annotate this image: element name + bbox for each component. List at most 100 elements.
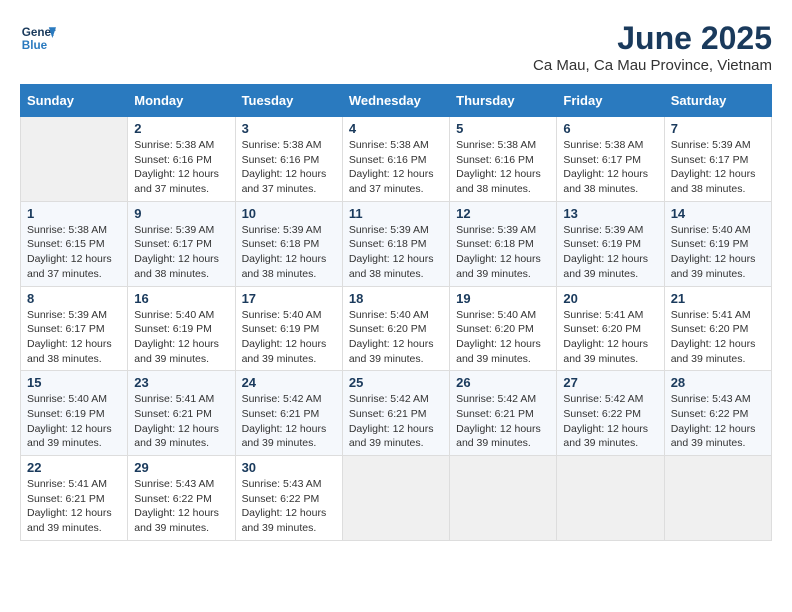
calendar-day-cell: 29 Sunrise: 5:43 AMSunset: 6:22 PMDaylig… [128, 456, 235, 541]
calendar-day-cell [21, 117, 128, 202]
calendar-day-cell: 18 Sunrise: 5:40 AMSunset: 6:20 PMDaylig… [342, 286, 449, 371]
calendar-day-cell: 8 Sunrise: 5:39 AMSunset: 6:17 PMDayligh… [21, 286, 128, 371]
calendar-week-row: 22 Sunrise: 5:41 AMSunset: 6:21 PMDaylig… [21, 456, 772, 541]
calendar-day-cell: 17 Sunrise: 5:40 AMSunset: 6:19 PMDaylig… [235, 286, 342, 371]
main-title: June 2025 [533, 20, 772, 57]
day-info: Sunrise: 5:40 AMSunset: 6:19 PMDaylight:… [671, 223, 765, 282]
calendar-day-cell: 10 Sunrise: 5:39 AMSunset: 6:18 PMDaylig… [235, 201, 342, 286]
header-wednesday: Wednesday [342, 85, 449, 117]
calendar-day-cell: 21 Sunrise: 5:41 AMSunset: 6:20 PMDaylig… [664, 286, 771, 371]
calendar-day-cell: 5 Sunrise: 5:38 AMSunset: 6:16 PMDayligh… [450, 117, 557, 202]
day-number: 28 [671, 375, 765, 390]
calendar-day-cell: 7 Sunrise: 5:39 AMSunset: 6:17 PMDayligh… [664, 117, 771, 202]
day-info: Sunrise: 5:40 AMSunset: 6:20 PMDaylight:… [456, 308, 550, 367]
day-number: 1 [27, 206, 121, 221]
day-number: 30 [242, 460, 336, 475]
day-info: Sunrise: 5:40 AMSunset: 6:20 PMDaylight:… [349, 308, 443, 367]
header: General Blue June 2025 Ca Mau, Ca Mau Pr… [20, 20, 772, 74]
calendar-table: Sunday Monday Tuesday Wednesday Thursday… [20, 84, 772, 541]
day-number: 11 [349, 206, 443, 221]
header-sunday: Sunday [21, 85, 128, 117]
day-number: 10 [242, 206, 336, 221]
svg-text:Blue: Blue [22, 39, 48, 52]
calendar-day-cell: 24 Sunrise: 5:42 AMSunset: 6:21 PMDaylig… [235, 371, 342, 456]
day-number: 26 [456, 375, 550, 390]
day-info: Sunrise: 5:42 AMSunset: 6:22 PMDaylight:… [563, 392, 657, 451]
day-number: 4 [349, 121, 443, 136]
day-info: Sunrise: 5:41 AMSunset: 6:20 PMDaylight:… [563, 308, 657, 367]
day-info: Sunrise: 5:38 AMSunset: 6:16 PMDaylight:… [134, 138, 228, 197]
calendar-day-cell [342, 456, 449, 541]
day-number: 15 [27, 375, 121, 390]
day-number: 3 [242, 121, 336, 136]
calendar-day-cell: 6 Sunrise: 5:38 AMSunset: 6:17 PMDayligh… [557, 117, 664, 202]
day-info: Sunrise: 5:41 AMSunset: 6:21 PMDaylight:… [134, 392, 228, 451]
day-number: 22 [27, 460, 121, 475]
day-number: 14 [671, 206, 765, 221]
header-saturday: Saturday [664, 85, 771, 117]
day-info: Sunrise: 5:41 AMSunset: 6:20 PMDaylight:… [671, 308, 765, 367]
calendar-day-cell [557, 456, 664, 541]
day-info: Sunrise: 5:39 AMSunset: 6:18 PMDaylight:… [349, 223, 443, 282]
calendar-day-cell: 19 Sunrise: 5:40 AMSunset: 6:20 PMDaylig… [450, 286, 557, 371]
day-info: Sunrise: 5:38 AMSunset: 6:16 PMDaylight:… [456, 138, 550, 197]
day-info: Sunrise: 5:38 AMSunset: 6:15 PMDaylight:… [27, 223, 121, 282]
day-number: 18 [349, 291, 443, 306]
day-number: 12 [456, 206, 550, 221]
day-info: Sunrise: 5:42 AMSunset: 6:21 PMDaylight:… [456, 392, 550, 451]
day-info: Sunrise: 5:39 AMSunset: 6:18 PMDaylight:… [456, 223, 550, 282]
calendar-day-cell: 1 Sunrise: 5:38 AMSunset: 6:15 PMDayligh… [21, 201, 128, 286]
day-info: Sunrise: 5:38 AMSunset: 6:16 PMDaylight:… [349, 138, 443, 197]
calendar-day-cell: 22 Sunrise: 5:41 AMSunset: 6:21 PMDaylig… [21, 456, 128, 541]
logo-icon: General Blue [20, 20, 56, 56]
calendar-week-row: 15 Sunrise: 5:40 AMSunset: 6:19 PMDaylig… [21, 371, 772, 456]
calendar-day-cell: 27 Sunrise: 5:42 AMSunset: 6:22 PMDaylig… [557, 371, 664, 456]
subtitle: Ca Mau, Ca Mau Province, Vietnam [533, 57, 772, 74]
day-number: 8 [27, 291, 121, 306]
day-info: Sunrise: 5:40 AMSunset: 6:19 PMDaylight:… [134, 308, 228, 367]
day-number: 27 [563, 375, 657, 390]
day-number: 9 [134, 206, 228, 221]
day-info: Sunrise: 5:42 AMSunset: 6:21 PMDaylight:… [349, 392, 443, 451]
calendar-day-cell [664, 456, 771, 541]
day-number: 6 [563, 121, 657, 136]
calendar-day-cell: 9 Sunrise: 5:39 AMSunset: 6:17 PMDayligh… [128, 201, 235, 286]
day-info: Sunrise: 5:43 AMSunset: 6:22 PMDaylight:… [671, 392, 765, 451]
day-info: Sunrise: 5:39 AMSunset: 6:17 PMDaylight:… [27, 308, 121, 367]
calendar-day-cell [450, 456, 557, 541]
calendar-day-cell: 2 Sunrise: 5:38 AMSunset: 6:16 PMDayligh… [128, 117, 235, 202]
logo: General Blue [20, 20, 56, 56]
day-number: 29 [134, 460, 228, 475]
calendar-week-row: 2 Sunrise: 5:38 AMSunset: 6:16 PMDayligh… [21, 117, 772, 202]
calendar-day-cell: 14 Sunrise: 5:40 AMSunset: 6:19 PMDaylig… [664, 201, 771, 286]
day-number: 19 [456, 291, 550, 306]
calendar-day-cell: 30 Sunrise: 5:43 AMSunset: 6:22 PMDaylig… [235, 456, 342, 541]
header-monday: Monday [128, 85, 235, 117]
calendar-day-cell: 4 Sunrise: 5:38 AMSunset: 6:16 PMDayligh… [342, 117, 449, 202]
day-number: 2 [134, 121, 228, 136]
day-number: 23 [134, 375, 228, 390]
header-friday: Friday [557, 85, 664, 117]
calendar-day-cell: 26 Sunrise: 5:42 AMSunset: 6:21 PMDaylig… [450, 371, 557, 456]
day-number: 24 [242, 375, 336, 390]
title-area: June 2025 Ca Mau, Ca Mau Province, Vietn… [533, 20, 772, 74]
calendar-day-cell: 11 Sunrise: 5:39 AMSunset: 6:18 PMDaylig… [342, 201, 449, 286]
day-info: Sunrise: 5:38 AMSunset: 6:16 PMDaylight:… [242, 138, 336, 197]
day-info: Sunrise: 5:42 AMSunset: 6:21 PMDaylight:… [242, 392, 336, 451]
calendar-day-cell: 28 Sunrise: 5:43 AMSunset: 6:22 PMDaylig… [664, 371, 771, 456]
day-number: 25 [349, 375, 443, 390]
day-info: Sunrise: 5:39 AMSunset: 6:17 PMDaylight:… [134, 223, 228, 282]
day-info: Sunrise: 5:43 AMSunset: 6:22 PMDaylight:… [134, 477, 228, 536]
calendar-week-row: 1 Sunrise: 5:38 AMSunset: 6:15 PMDayligh… [21, 201, 772, 286]
day-info: Sunrise: 5:38 AMSunset: 6:17 PMDaylight:… [563, 138, 657, 197]
calendar-day-cell: 16 Sunrise: 5:40 AMSunset: 6:19 PMDaylig… [128, 286, 235, 371]
day-info: Sunrise: 5:40 AMSunset: 6:19 PMDaylight:… [242, 308, 336, 367]
day-info: Sunrise: 5:39 AMSunset: 6:17 PMDaylight:… [671, 138, 765, 197]
weekday-header-row: Sunday Monday Tuesday Wednesday Thursday… [21, 85, 772, 117]
day-info: Sunrise: 5:39 AMSunset: 6:19 PMDaylight:… [563, 223, 657, 282]
day-number: 5 [456, 121, 550, 136]
header-thursday: Thursday [450, 85, 557, 117]
calendar-day-cell: 12 Sunrise: 5:39 AMSunset: 6:18 PMDaylig… [450, 201, 557, 286]
day-number: 20 [563, 291, 657, 306]
day-number: 17 [242, 291, 336, 306]
